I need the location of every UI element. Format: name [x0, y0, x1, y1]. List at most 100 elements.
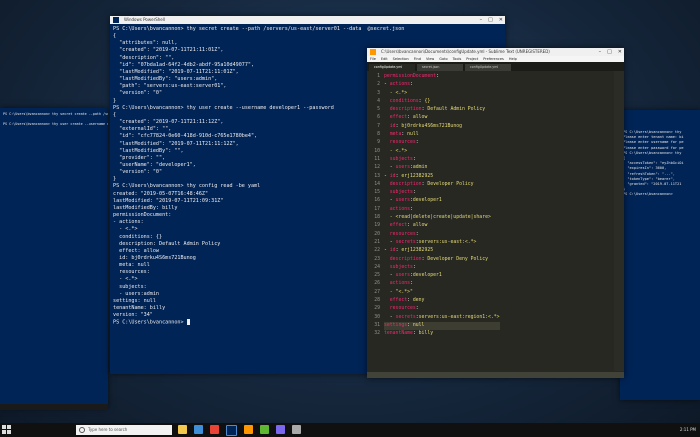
line-number: 19	[374, 223, 380, 229]
code-line: tenantName: billy	[384, 331, 434, 337]
line-number: 28	[374, 298, 380, 304]
line-number: 2	[377, 82, 380, 88]
powershell-icon	[113, 17, 119, 23]
editor-body[interactable]: 1 2 3 4 5 6 7 8 9 10 11 12 13 14 15 16 17 18 19 20 21 22 23 24 2…	[367, 71, 624, 371]
line-number: 23	[374, 256, 380, 262]
code-line: conditions: {}	[389, 98, 431, 104]
minimap[interactable]	[614, 71, 624, 371]
line-number: 4	[377, 98, 380, 104]
code-line: subjects:	[389, 156, 416, 162]
line-number: 7	[377, 123, 380, 129]
menu-item-goto[interactable]: Goto	[439, 56, 447, 62]
maximize-icon[interactable]: □	[607, 48, 612, 56]
editor-tab[interactable]: configUpdate.yml	[465, 64, 511, 71]
code-area[interactable]: permissionDocument: - actions: - <.*> con…	[384, 73, 500, 339]
left-terminal-window[interactable]: PS C:\Users\bvancannon> thy secret creat…	[0, 108, 108, 408]
search-icon	[79, 427, 85, 433]
line-number: 22	[374, 248, 380, 254]
minimize-icon[interactable]: –	[480, 16, 483, 24]
line-number: 31	[374, 322, 380, 328]
code-line: - secrets:servers:us-east:<.*>	[384, 239, 477, 245]
sublime-taskbar-icon[interactable]	[244, 425, 253, 434]
menu-item-project[interactable]: Project	[466, 56, 478, 62]
line-number: 24	[374, 264, 380, 270]
line-number: 32	[374, 331, 380, 337]
line-number: 17	[374, 206, 380, 212]
line-number: 30	[374, 314, 380, 320]
line-number: 6	[377, 115, 380, 121]
code-line: - <read|delete|create|update|share>	[384, 215, 491, 221]
left-terminal-output: PS C:\Users\bvancannon> thy secret creat…	[0, 108, 108, 131]
close-icon[interactable]: ✕	[499, 16, 503, 24]
close-icon[interactable]: ✕	[618, 48, 622, 56]
line-number: 8	[377, 132, 380, 138]
terminal-line: PS C:\Users\bvancannon>	[623, 192, 673, 197]
code-line: - id: erj12382925	[384, 248, 434, 254]
file-explorer-icon[interactable]	[178, 425, 187, 434]
windows-start-icon[interactable]	[2, 425, 12, 435]
menu-item-preferences[interactable]: Preferences	[483, 56, 504, 62]
line-number-gutter: 1 2 3 4 5 6 7 8 9 10 11 12 13 14 15 16 17 18 19 20 21 22 23 24 2…	[367, 73, 380, 339]
app-taskbar-icon[interactable]	[260, 425, 269, 434]
line-number: 15	[374, 190, 380, 196]
sublime-editor-window[interactable]: C:\Users\bvancannon\Documents\configUpda…	[367, 48, 624, 378]
line-number: 26	[374, 281, 380, 287]
line-number: 12	[374, 165, 380, 171]
code-line: - secrets:servers:us-east:region1:<.*>	[384, 314, 500, 320]
clock[interactable]: 2:11 PM	[680, 423, 696, 437]
editor-tab[interactable]: configUpdate.yml	[369, 64, 415, 71]
code-line: id: bj0rdrku4S6ms721Bunog	[389, 123, 462, 129]
search-placeholder: Type here to search	[88, 427, 128, 432]
editor-title: C:\Users\bvancannon\Documents\configUpda…	[381, 49, 550, 54]
maximize-icon[interactable]: □	[488, 16, 493, 24]
chrome-icon[interactable]	[210, 425, 219, 434]
powershell-title: Windows PowerShell	[124, 17, 165, 22]
menu-item-file[interactable]: File	[370, 56, 376, 62]
editor-tab[interactable]: secret.json	[417, 64, 463, 71]
line-number: 5	[377, 107, 380, 113]
app-taskbar-icon-3[interactable]	[292, 425, 301, 434]
code-line: meta: null	[389, 132, 419, 138]
code-line: effect: deny	[389, 298, 425, 304]
taskbar: Type here to search 2:11 PM	[0, 423, 700, 437]
app-taskbar-icon-2[interactable]	[276, 425, 285, 434]
powershell-taskbar-icon[interactable]	[226, 425, 237, 436]
line-number: 10	[374, 148, 380, 154]
sublime-icon	[370, 49, 376, 55]
code-line: - <.*>	[384, 90, 408, 96]
menu-item-tools[interactable]: Tools	[453, 56, 462, 62]
terminal-line: PS C:\Users\bvancannon> thy user create …	[3, 122, 108, 126]
terminal-line: PS C:\Users\bvancannon> thy secret creat…	[113, 26, 405, 32]
code-line: actions:	[389, 206, 413, 212]
editor-titlebar[interactable]: C:\Users\bvancannon\Documents\configUpda…	[367, 48, 624, 56]
line-number: 20	[374, 231, 380, 237]
code-line: - <.*>	[384, 148, 408, 154]
menu-item-selection[interactable]: Selection	[393, 56, 409, 62]
editor-tabbar: configUpdate.yml secret.json configUpdate.…	[367, 62, 624, 71]
taskbar-search-box[interactable]: Type here to search	[76, 425, 172, 435]
code-line: - users:developer1	[384, 273, 442, 279]
line-number: 3	[377, 90, 380, 96]
code-line: subjects:	[389, 190, 416, 196]
minimize-icon[interactable]: –	[599, 48, 602, 56]
code-line: description: Developer Policy	[389, 181, 474, 187]
code-line: - users:developer1	[384, 198, 442, 204]
line-number: 13	[374, 173, 380, 179]
line-number: 1	[377, 74, 380, 79]
menu-item-edit[interactable]: Edit	[381, 56, 388, 62]
code-line: description: Developer Deny Policy	[389, 256, 488, 262]
code-line: subjects:	[389, 264, 416, 270]
menu-item-view[interactable]: View	[426, 56, 434, 62]
line-number: 29	[374, 306, 380, 312]
edge-icon[interactable]	[194, 425, 203, 434]
right-terminal-window[interactable]: PS C:\Users\bvancannon> thy Please enter …	[620, 110, 700, 400]
line-number: 25	[374, 273, 380, 279]
line-number: 11	[374, 156, 380, 162]
terminal-line: "attributes": null,	[113, 40, 178, 47]
menu-item-find[interactable]: Find	[414, 56, 421, 62]
right-terminal-output: PS C:\Users\bvancannon> thy Please enter …	[620, 110, 700, 218]
line-number: 18	[374, 215, 380, 221]
menu-item-help[interactable]: Help	[509, 56, 517, 62]
line-number: 9	[377, 140, 380, 146]
powershell-titlebar[interactable]: Windows PowerShell – □ ✕	[110, 16, 505, 24]
